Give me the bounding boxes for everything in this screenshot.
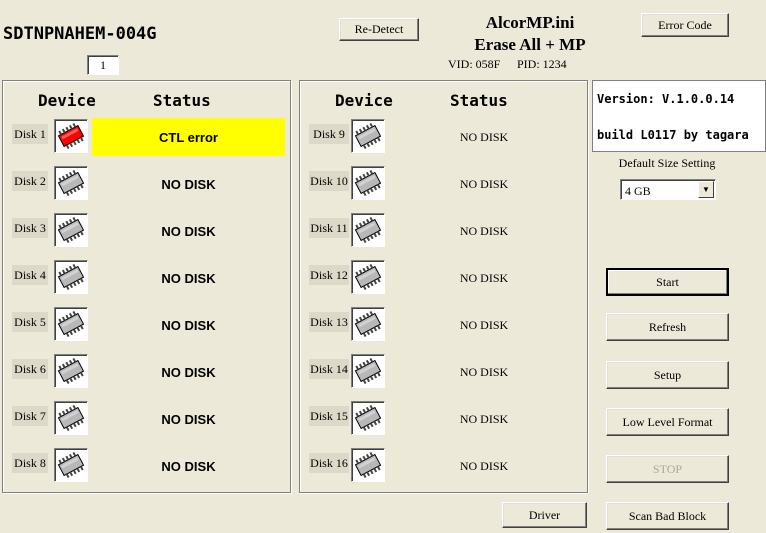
flash-chip-icon[interactable] <box>54 119 88 153</box>
flash-chip-icon[interactable] <box>351 307 385 341</box>
setup-button[interactable]: Setup <box>606 361 729 389</box>
pid-label: PID: 1234 <box>517 57 567 71</box>
disk-status: NO DISK <box>459 223 509 238</box>
scan-bad-block-button[interactable]: Scan Bad Block <box>606 502 729 530</box>
disk-status: NO DISK <box>459 411 509 426</box>
disk-label: Disk 6 <box>12 359 48 379</box>
status-column-header: Status <box>153 91 211 110</box>
stop-button[interactable]: STOP <box>606 455 729 483</box>
default-size-value: 4 GB <box>625 184 651 198</box>
disk-status: NO DISK <box>459 176 509 191</box>
disk-status: NO DISK <box>459 129 509 144</box>
count-field[interactable]: 1 <box>87 55 119 75</box>
status-column-header: Status <box>450 91 508 110</box>
default-size-label: Default Size Setting <box>618 156 716 170</box>
device-column-header: Device <box>335 91 393 110</box>
disk-status: NO DISK <box>459 458 509 473</box>
disk-label: Disk 3 <box>12 218 48 238</box>
flash-chip-icon[interactable] <box>351 119 385 153</box>
disk-status: NO DISK <box>161 411 216 427</box>
disk-label: Disk 4 <box>12 265 48 285</box>
disk-label: Disk 14 <box>309 359 349 379</box>
vid-label: VID: 058F <box>448 57 501 71</box>
disk-label: Disk 8 <box>12 453 48 473</box>
flash-chip-icon[interactable] <box>54 307 88 341</box>
low-level-format-button[interactable]: Low Level Format <box>606 408 729 436</box>
flash-chip-icon[interactable] <box>54 166 88 200</box>
flash-chip-icon[interactable] <box>351 354 385 388</box>
flash-chip-icon[interactable] <box>351 448 385 482</box>
driver-button[interactable]: Driver <box>502 502 587 528</box>
flash-chip-icon[interactable] <box>54 213 88 247</box>
flash-chip-icon[interactable] <box>54 260 88 294</box>
disk-status: NO DISK <box>161 317 216 333</box>
disk-label: Disk 11 <box>309 218 349 238</box>
disk-status: NO DISK <box>161 176 216 192</box>
default-size-select[interactable]: 4 GB ▼ <box>620 179 716 200</box>
flash-chip-icon[interactable] <box>351 260 385 294</box>
disk-label: Disk 16 <box>309 453 349 473</box>
disk-label: Disk 15 <box>309 406 349 426</box>
disk-label: Disk 2 <box>12 171 48 191</box>
redetect-button[interactable]: Re-Detect <box>339 18 419 41</box>
disk-status: NO DISK <box>459 317 509 332</box>
error-code-button[interactable]: Error Code <box>641 13 729 37</box>
disk-status: CTL error <box>92 118 285 156</box>
disk-status: NO DISK <box>459 270 509 285</box>
device-model-title: SDTNPNAHEM-004G <box>3 24 157 44</box>
disk-label: Disk 1 <box>12 124 48 144</box>
version-label: Version: V.1.0.0.14 <box>597 92 735 106</box>
disk-label: Disk 10 <box>309 171 349 191</box>
ini-name: AlcorMP.ini <box>485 13 575 32</box>
build-label: build L0117 by tagara <box>597 128 749 142</box>
refresh-button[interactable]: Refresh <box>606 313 729 341</box>
start-button[interactable]: Start <box>606 268 729 296</box>
device-column-header: Device <box>38 91 96 110</box>
flash-chip-icon[interactable] <box>54 401 88 435</box>
disk-status: NO DISK <box>161 270 216 286</box>
disk-label: Disk 13 <box>309 312 349 332</box>
disk-label: Disk 7 <box>12 406 48 426</box>
flash-chip-icon[interactable] <box>351 401 385 435</box>
mode-label: Erase All + MP <box>474 35 586 54</box>
flash-chip-icon[interactable] <box>54 354 88 388</box>
disk-label: Disk 12 <box>309 265 349 285</box>
flash-chip-icon[interactable] <box>351 213 385 247</box>
disk-status: NO DISK <box>459 364 509 379</box>
flash-chip-icon[interactable] <box>54 448 88 482</box>
flash-chip-icon[interactable] <box>351 166 385 200</box>
disk-status: NO DISK <box>161 364 216 380</box>
chevron-down-icon[interactable]: ▼ <box>698 181 714 198</box>
disk-label: Disk 9 <box>309 124 349 144</box>
disk-status: NO DISK <box>161 458 216 474</box>
version-info-box: Version: V.1.0.0.14 build L0117 by tagar… <box>592 80 766 152</box>
disk-status: NO DISK <box>161 223 216 239</box>
disk-label: Disk 5 <box>12 312 48 332</box>
